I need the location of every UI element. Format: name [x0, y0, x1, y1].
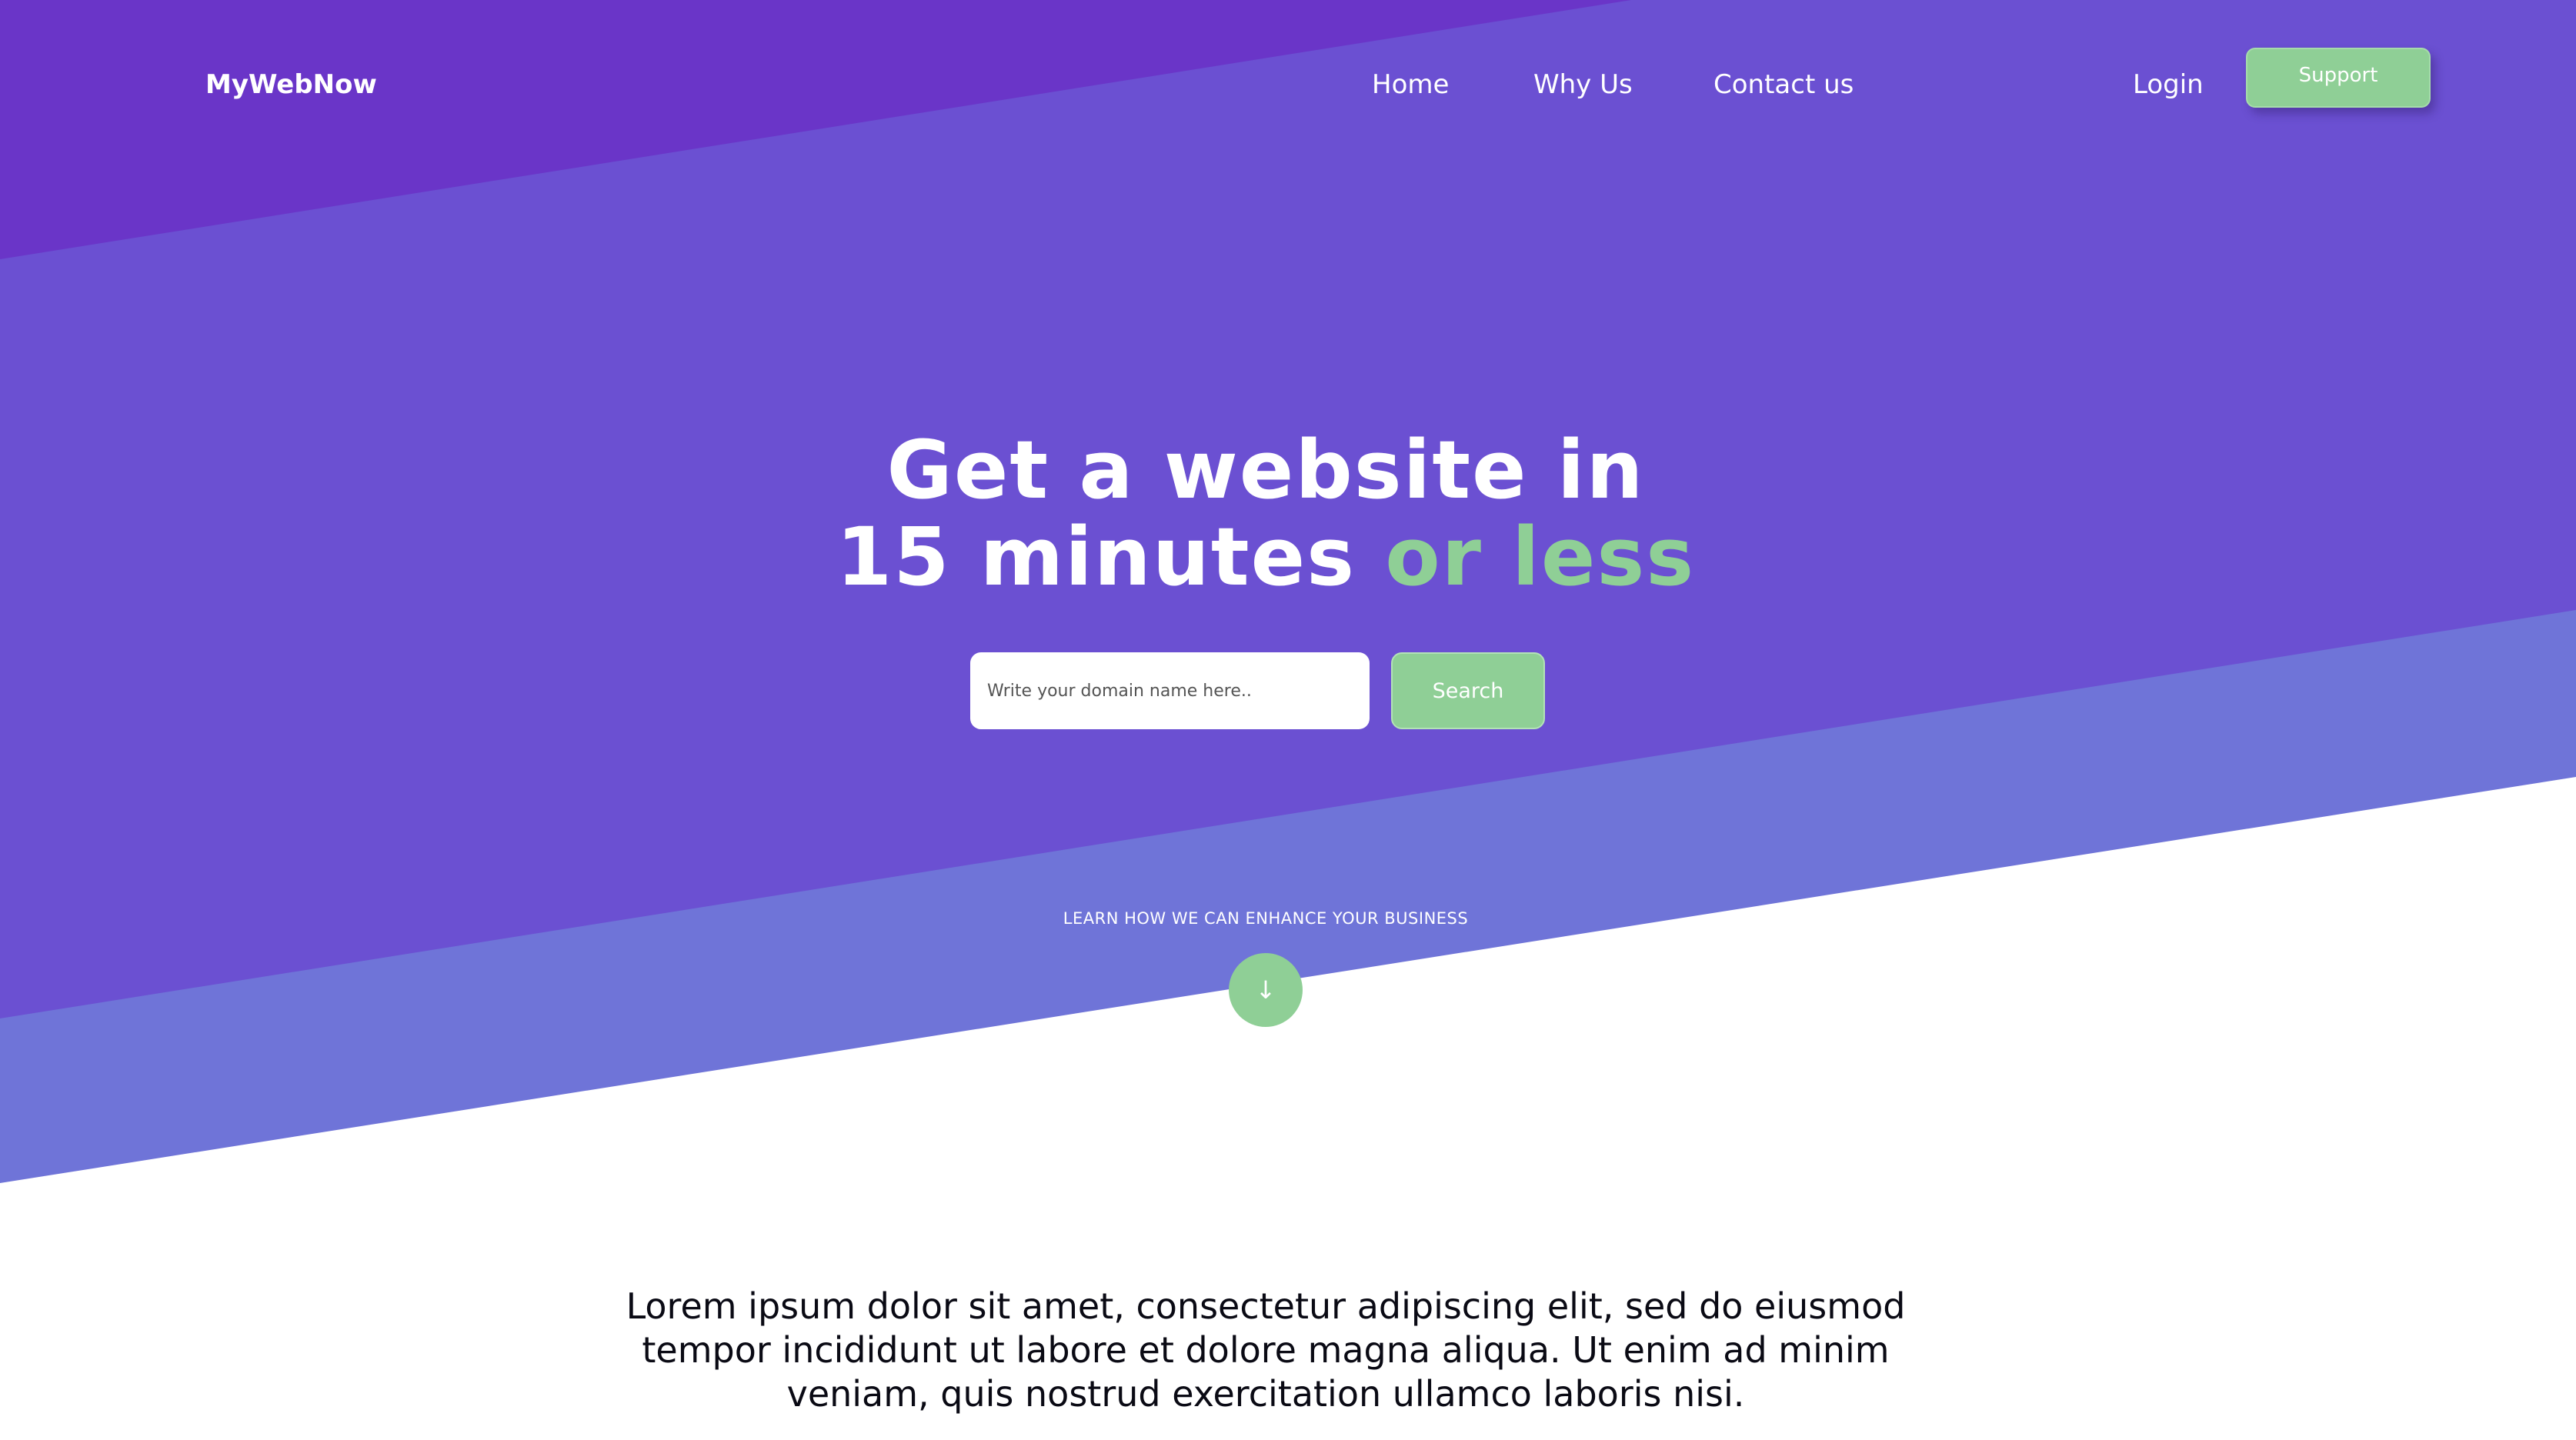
- down-arrow-icon: ↓: [1255, 975, 1276, 1005]
- login-link[interactable]: Login: [2133, 68, 2204, 102]
- nav-link-contact-us[interactable]: Contact us: [1713, 68, 1854, 102]
- hero-headline-line2: 15 minutes or less: [0, 514, 2531, 601]
- brand-logo[interactable]: MyWebNow: [205, 68, 377, 102]
- nav-link-why-us[interactable]: Why Us: [1533, 68, 1633, 102]
- page: MyWebNow Home Why Us Contact us Login Su…: [0, 0, 2576, 1440]
- support-button[interactable]: Support: [2246, 48, 2431, 108]
- intro-paragraph: Lorem ipsum dolor sit amet, consectetur …: [626, 1285, 1906, 1415]
- search-button[interactable]: Search: [1391, 652, 1545, 729]
- hero-headline: Get a website in 15 minutes or less: [0, 427, 2531, 601]
- hero-headline-accent: or less: [1385, 510, 1696, 604]
- learn-more-text: LEARN HOW WE CAN ENHANCE YOUR BUSINESS: [1063, 909, 1469, 928]
- hero-headline-line1: Get a website in: [886, 423, 1645, 517]
- domain-search-input[interactable]: [970, 652, 1370, 729]
- scroll-down-button[interactable]: ↓: [1229, 953, 1303, 1027]
- nav-link-home[interactable]: Home: [1372, 68, 1449, 102]
- hero-headline-main: 15 minutes: [836, 510, 1386, 604]
- top-navbar: MyWebNow Home Why Us Contact us Login Su…: [0, 0, 2576, 169]
